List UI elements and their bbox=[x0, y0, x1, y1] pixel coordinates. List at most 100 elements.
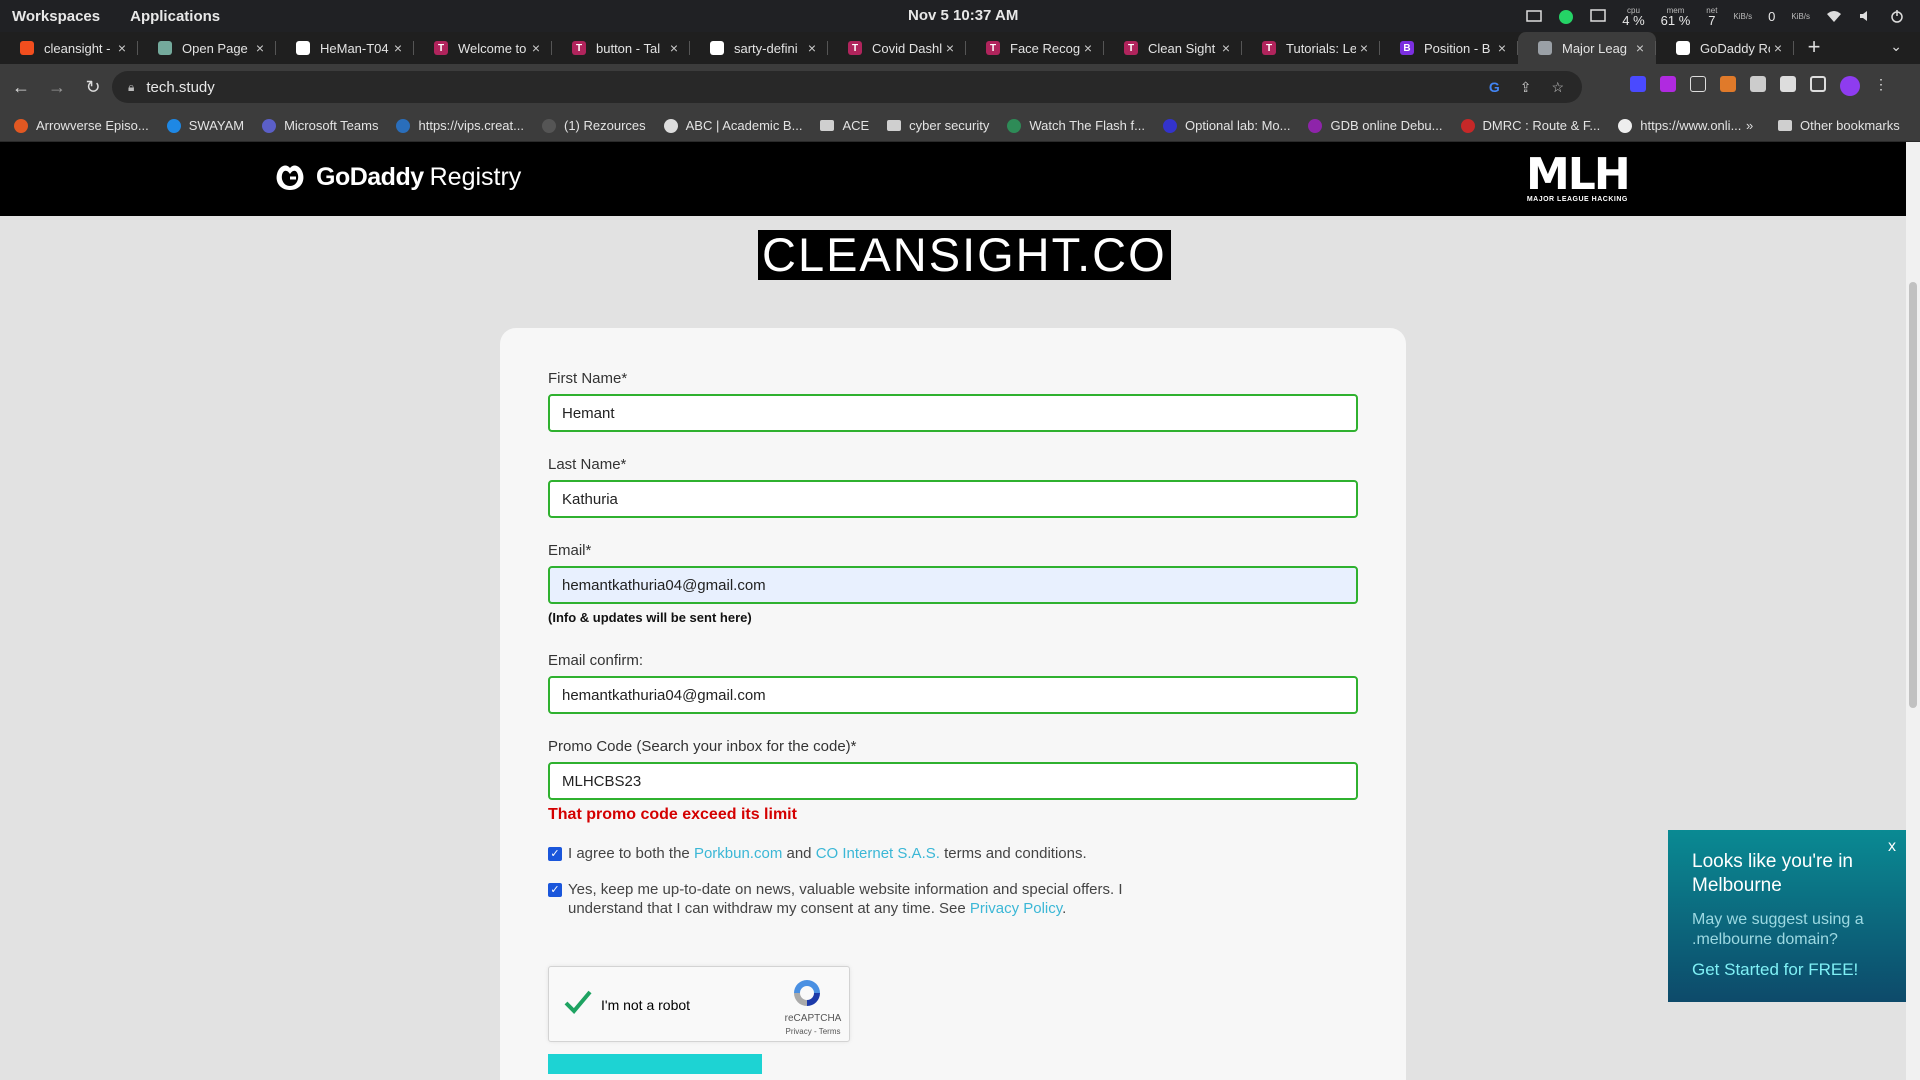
power-icon[interactable] bbox=[1890, 9, 1906, 23]
browser-tab[interactable]: T Welcome to × bbox=[414, 32, 552, 64]
recaptcha-terms[interactable]: Privacy - Terms bbox=[783, 1027, 843, 1036]
bookmarks-overflow[interactable]: » bbox=[1746, 118, 1753, 133]
google-icon[interactable]: G bbox=[1489, 79, 1500, 96]
kebab-menu-icon[interactable]: ⋮ bbox=[1874, 76, 1888, 96]
workspaces-menu[interactable]: Workspaces bbox=[12, 8, 100, 25]
close-icon[interactable]: x bbox=[1888, 838, 1896, 856]
net-up-unit: KiB/s bbox=[1733, 11, 1753, 21]
back-icon[interactable]: ← bbox=[6, 77, 36, 98]
browser-tab[interactable]: sarty-defini × bbox=[690, 32, 828, 64]
promo-code-field[interactable]: MLHCBS23 bbox=[548, 762, 1358, 800]
tab-title: Covid Dashl bbox=[872, 40, 942, 56]
tab-close-icon[interactable]: × bbox=[1080, 40, 1096, 56]
address-bar[interactable]: 🔒︎ tech.study G ⇪ ☆ bbox=[112, 71, 1582, 103]
tab-search-icon[interactable]: ⌄ bbox=[1890, 38, 1902, 55]
bookmark-item[interactable]: ABC | Academic B... bbox=[663, 118, 802, 133]
bookmark-item[interactable]: GDB online Debu... bbox=[1308, 118, 1443, 133]
other-bookmarks[interactable]: Other bookmarks bbox=[1778, 118, 1900, 133]
email-field[interactable]: hemantkathuria04@gmail.com bbox=[548, 566, 1358, 604]
lock-icon[interactable]: 🔒︎ bbox=[128, 80, 134, 95]
tab-close-icon[interactable]: × bbox=[114, 40, 130, 56]
bookmark-item[interactable]: Arrowverse Episo... bbox=[14, 118, 149, 133]
tab-close-icon[interactable]: × bbox=[252, 40, 268, 56]
privacy-policy-link[interactable]: Privacy Policy bbox=[970, 900, 1062, 917]
tab-close-icon[interactable]: × bbox=[942, 40, 958, 56]
last-name-field[interactable]: Kathuria bbox=[548, 480, 1358, 518]
browser-tab[interactable]: Major Leag × bbox=[1518, 32, 1656, 64]
applications-menu[interactable]: Applications bbox=[130, 8, 220, 25]
checkmark-icon[interactable] bbox=[563, 987, 593, 1017]
porkbun-link[interactable]: Porkbun.com bbox=[694, 845, 782, 862]
extension-icon[interactable] bbox=[1660, 76, 1676, 92]
browser-toolbar: ← → ↻ 🔒︎ tech.study G ⇪ ☆ ⋮ bbox=[0, 64, 1920, 110]
newsletter-checkbox[interactable]: ✓ bbox=[548, 883, 562, 897]
browser-tab[interactable]: B Position - B × bbox=[1380, 32, 1518, 64]
bookmark-favicon-icon bbox=[541, 118, 556, 133]
extension-icon[interactable] bbox=[1780, 76, 1796, 92]
scrollbar-thumb[interactable] bbox=[1909, 282, 1917, 708]
browser-tab[interactable]: Tbutton - Tal × bbox=[552, 32, 690, 64]
bookmark-star-icon[interactable]: ☆ bbox=[1551, 79, 1564, 96]
tab-close-icon[interactable]: × bbox=[390, 40, 406, 56]
new-tab-icon[interactable]: + bbox=[1794, 32, 1834, 64]
browser-tab[interactable]: T Covid Dashl × bbox=[828, 32, 966, 64]
co-internet-link[interactable]: CO Internet S.A.S. bbox=[816, 845, 940, 862]
tab-close-icon[interactable]: × bbox=[1632, 40, 1648, 56]
first-name-label: First Name* bbox=[548, 370, 628, 387]
whatsapp-icon[interactable] bbox=[1558, 9, 1574, 24]
clock[interactable]: Nov 5 10:37 AM bbox=[908, 7, 1018, 24]
browser-tab[interactable]: HeMan-T04 × bbox=[276, 32, 414, 64]
bookmark-item[interactable]: DMRC : Route & F... bbox=[1460, 118, 1600, 133]
bookmark-item[interactable]: Optional lab: Mo... bbox=[1162, 118, 1290, 133]
share-icon[interactable]: ⇪ bbox=[1520, 79, 1532, 96]
recaptcha-widget[interactable]: I'm not a robot reCAPTCHA Privacy - Term… bbox=[548, 966, 850, 1042]
browser-tab[interactable]: Open Page I × bbox=[138, 32, 276, 64]
bookmark-item[interactable]: SWAYAM bbox=[166, 118, 244, 133]
terms-text-mid: and bbox=[782, 845, 816, 862]
tab-close-icon[interactable]: × bbox=[1356, 40, 1372, 56]
bookmark-item[interactable]: https://www.onli... bbox=[1618, 118, 1741, 133]
wifi-icon[interactable] bbox=[1826, 9, 1842, 23]
browser-tab[interactable]: GoDaddy Ro × bbox=[1656, 32, 1794, 64]
bookmark-item[interactable]: cyber security bbox=[887, 118, 989, 133]
tab-close-icon[interactable]: × bbox=[804, 40, 820, 56]
profile-avatar[interactable] bbox=[1840, 76, 1860, 96]
mlh-logo[interactable]: MLH MAJOR LEAGUE HACKING bbox=[1526, 153, 1631, 204]
bookmark-item[interactable]: (1) Rezources bbox=[541, 118, 646, 133]
extension-icon[interactable] bbox=[1630, 76, 1646, 92]
first-name-field[interactable]: Hemant bbox=[548, 394, 1358, 432]
tab-close-icon[interactable]: × bbox=[666, 40, 682, 56]
forward-icon[interactable]: → bbox=[42, 77, 72, 98]
tab-close-icon[interactable]: × bbox=[528, 40, 544, 56]
tab-title: GoDaddy Ro bbox=[1700, 40, 1770, 56]
browser-tab[interactable]: T Clean Sight × bbox=[1104, 32, 1242, 64]
page-scrollbar[interactable] bbox=[1906, 142, 1920, 1080]
bookmark-item[interactable]: https://vips.creat... bbox=[396, 118, 524, 133]
display-icon[interactable] bbox=[1590, 9, 1606, 23]
browser-tab[interactable]: T Tutorials: Le × bbox=[1242, 32, 1380, 64]
react-devtools-icon[interactable] bbox=[1690, 76, 1706, 92]
bookmark-favicon-icon bbox=[166, 118, 181, 133]
submit-button[interactable] bbox=[548, 1054, 762, 1074]
url-text[interactable]: tech.study bbox=[146, 79, 214, 96]
screenshot-icon[interactable] bbox=[1526, 9, 1542, 23]
browser-tab[interactable]: cleansight - × bbox=[0, 32, 138, 64]
bookmark-item[interactable]: ACE bbox=[820, 118, 869, 133]
bookmark-item[interactable]: Microsoft Teams bbox=[262, 118, 378, 133]
bookmark-item[interactable]: Watch The Flash f... bbox=[1007, 118, 1145, 133]
folder-icon bbox=[820, 120, 835, 131]
tab-close-icon[interactable]: × bbox=[1218, 40, 1234, 56]
email-confirm-field[interactable]: hemantkathuria04@gmail.com bbox=[548, 676, 1358, 714]
sidepanel-icon[interactable] bbox=[1810, 76, 1826, 92]
puzzle-icon[interactable] bbox=[1750, 76, 1766, 92]
terms-checkbox[interactable]: ✓ bbox=[548, 847, 562, 861]
extension-icon[interactable] bbox=[1720, 76, 1736, 92]
tab-close-icon[interactable]: × bbox=[1494, 40, 1510, 56]
tab-close-icon[interactable]: × bbox=[1770, 40, 1786, 56]
godaddy-registry-logo[interactable]: GoDaddy Registry bbox=[272, 160, 521, 194]
reload-icon[interactable]: ↻ bbox=[78, 77, 108, 98]
get-started-link[interactable]: Get Started for FREE! bbox=[1692, 960, 1882, 980]
volume-icon[interactable] bbox=[1858, 9, 1874, 23]
tab-favicon-icon: T bbox=[1262, 41, 1276, 55]
browser-tab[interactable]: T Face Recog × bbox=[966, 32, 1104, 64]
